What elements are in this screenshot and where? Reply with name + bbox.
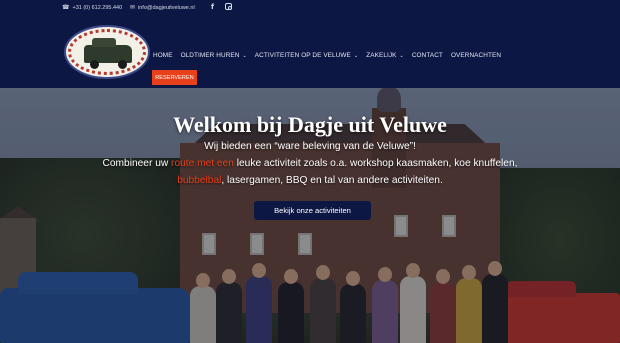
site-logo[interactable] bbox=[64, 25, 150, 79]
nav-item-activiteiten[interactable]: ACTIVITEITEN OP DE VELUWE ⌄ bbox=[255, 52, 358, 59]
hero-text-line: bubbelbal, lasergamen, BBQ en tal van an… bbox=[0, 175, 620, 186]
nav-item-oldtimer-huren[interactable]: OLDTIMER HUREN ⌄ bbox=[181, 52, 247, 59]
nav-item-label: HOME bbox=[153, 52, 173, 59]
nav-item-label: ZAKELIJK bbox=[366, 52, 397, 59]
nav-item-label: OVERNACHTEN bbox=[450, 52, 502, 59]
top-bar: ☎ +31 (0) 612.295.440 ✉ info@dagjeuitvel… bbox=[0, 0, 620, 14]
chevron-down-icon: ⌄ bbox=[353, 52, 359, 59]
hero-subtitle: Wij bieden een “ware beleving van de Vel… bbox=[204, 141, 416, 152]
hero-text: Combineer uw bbox=[102, 158, 172, 169]
envelope-icon: ✉ bbox=[130, 4, 136, 11]
chevron-down-icon: ⌄ bbox=[242, 52, 247, 59]
phone-icon: ☎ bbox=[62, 4, 70, 11]
chevron-down-icon: ⌄ bbox=[399, 52, 404, 59]
email-contact[interactable]: ✉ info@dagjeuitveluwe.nl bbox=[130, 3, 195, 12]
hero-text-line: Combineer uw route met een leuke activit… bbox=[0, 158, 620, 169]
logo-wheel bbox=[118, 60, 127, 69]
nav-item-overnachten[interactable]: OVERNACHTEN bbox=[451, 52, 501, 59]
hero-text: leuke activiteit zoals o.a. workshop kaa… bbox=[233, 158, 518, 169]
nav-item-label: CONTACT bbox=[411, 52, 443, 59]
nav-item-zakelijk[interactable]: ZAKELIJK ⌄ bbox=[366, 52, 404, 59]
hero-text: , lasergamen, BBQ en tal van andere acti… bbox=[221, 175, 443, 186]
phone-number: +31 (0) 612.295.440 bbox=[72, 4, 123, 11]
email-address: info@dagjeuitveluwe.nl bbox=[138, 4, 195, 11]
logo-wheel bbox=[90, 60, 99, 69]
nav-item-label: OLDTIMER HUREN bbox=[180, 52, 240, 59]
activities-cta-button[interactable]: Bekijk onze activiteiten bbox=[254, 201, 371, 220]
hero-section: Welkom bij Dagje uit Veluwe Wij bieden e… bbox=[0, 88, 620, 343]
phone-contact[interactable]: ☎ +31 (0) 612.295.440 bbox=[62, 3, 122, 12]
hero-highlight-link[interactable]: route met een bbox=[171, 158, 234, 169]
reserveren-button[interactable]: RESERVEREN bbox=[152, 70, 197, 85]
main-nav: HOME OLDTIMER HUREN ⌄ ACTIVITEITEN OP DE … bbox=[153, 52, 509, 59]
nav-item-label: ACTIVITEITEN OP DE VELUWE bbox=[254, 52, 351, 59]
instagram-icon[interactable] bbox=[225, 3, 232, 10]
site-header: HOME OLDTIMER HUREN ⌄ ACTIVITEITEN OP DE … bbox=[0, 14, 620, 88]
hero-title: Welkom bij Dagje uit Veluwe bbox=[173, 112, 447, 137]
facebook-icon[interactable]: f bbox=[211, 3, 214, 11]
nav-item-contact[interactable]: CONTACT bbox=[412, 52, 443, 59]
nav-item-home[interactable]: HOME bbox=[153, 52, 173, 59]
hero-highlight-link[interactable]: bubbelbal bbox=[177, 175, 221, 186]
